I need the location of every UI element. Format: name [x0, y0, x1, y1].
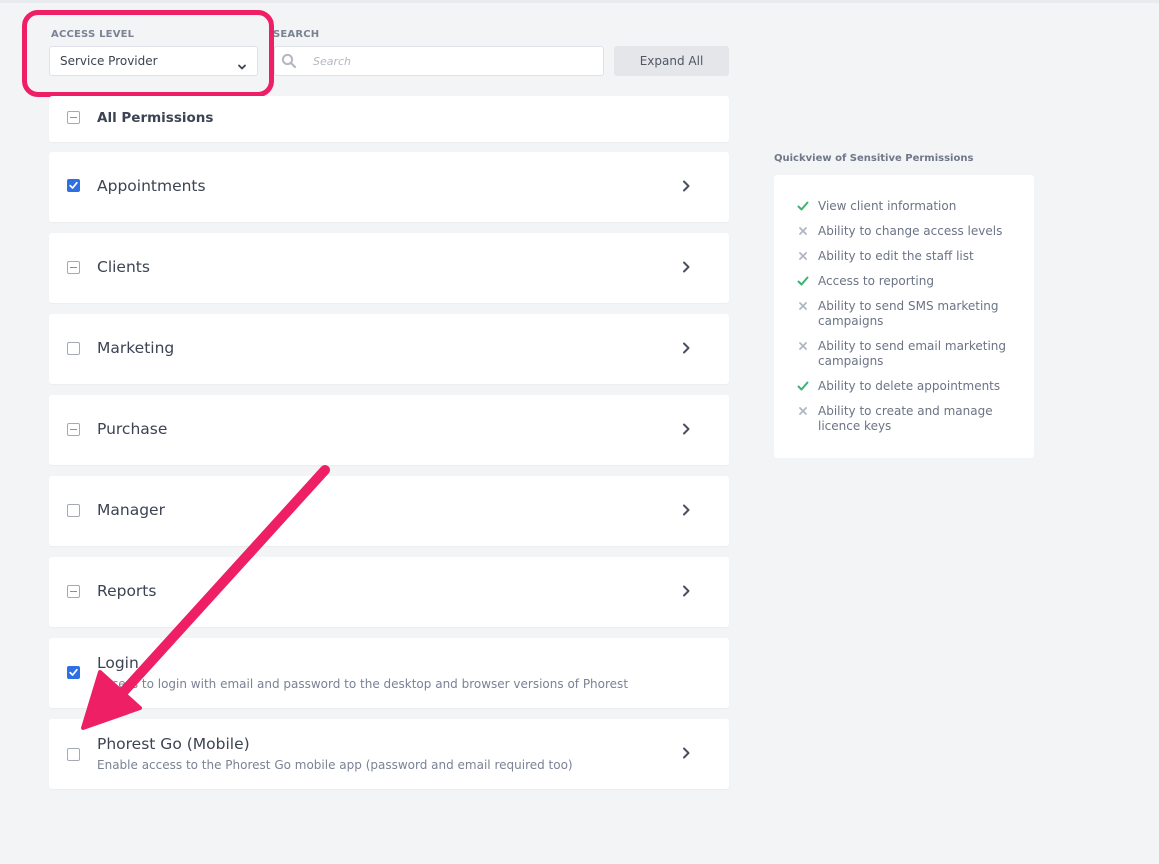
- chevron-right-icon[interactable]: [680, 340, 692, 359]
- cross-icon: [796, 224, 810, 239]
- search-input[interactable]: [313, 52, 593, 70]
- appointments-checkbox[interactable]: [67, 179, 80, 192]
- check-icon: [796, 274, 810, 289]
- reports-label: Reports: [97, 582, 157, 600]
- appointments-label: Appointments: [97, 177, 206, 195]
- access-level-label: ACCESS LEVEL: [51, 29, 135, 40]
- permission-row-marketing[interactable]: Marketing: [49, 314, 729, 384]
- permission-row-clients[interactable]: Clients: [49, 233, 729, 303]
- login-checkbox[interactable]: [67, 666, 80, 679]
- purchase-checkbox[interactable]: [67, 423, 80, 436]
- chevron-right-icon[interactable]: [680, 178, 692, 197]
- phorest-go-label: Phorest Go (Mobile): [97, 735, 250, 753]
- chevron-right-icon[interactable]: [680, 583, 692, 602]
- access-level-value: Service Provider: [60, 54, 158, 68]
- cross-icon: [796, 299, 810, 314]
- marketing-label: Marketing: [97, 339, 175, 357]
- cross-icon: [796, 339, 810, 354]
- search-label: SEARCH: [273, 29, 320, 40]
- all-permissions-row[interactable]: All Permissions: [49, 96, 729, 142]
- clients-label: Clients: [97, 258, 150, 276]
- permission-row-reports[interactable]: Reports: [49, 557, 729, 627]
- permission-row-purchase[interactable]: Purchase: [49, 395, 729, 465]
- manager-checkbox[interactable]: [67, 504, 80, 517]
- chevron-right-icon[interactable]: [680, 502, 692, 521]
- reports-checkbox[interactable]: [67, 585, 80, 598]
- manager-label: Manager: [97, 501, 165, 519]
- top-border: [0, 0, 1159, 3]
- chevron-right-icon[interactable]: [680, 745, 692, 764]
- quickview-panel: View client information Ability to chang…: [774, 175, 1034, 458]
- cross-icon: [796, 249, 810, 264]
- quickview-title: Quickview of Sensitive Permissions: [774, 153, 974, 164]
- purchase-label: Purchase: [97, 420, 168, 438]
- search-icon: [281, 53, 297, 73]
- access-level-select[interactable]: Service Provider: [49, 46, 258, 76]
- chevron-right-icon[interactable]: [680, 421, 692, 440]
- permission-row-login[interactable]: Login Access to login with email and pas…: [49, 638, 729, 708]
- check-icon: [796, 199, 810, 214]
- phorest-go-description: Enable access to the Phorest Go mobile a…: [97, 758, 573, 772]
- login-label: Login: [97, 654, 139, 672]
- login-description: Access to login with email and password …: [97, 677, 629, 691]
- chevron-down-icon: [237, 57, 247, 76]
- cross-icon: [796, 404, 810, 419]
- permission-row-manager[interactable]: Manager: [49, 476, 729, 546]
- clients-checkbox[interactable]: [67, 261, 80, 274]
- permission-row-appointments[interactable]: Appointments: [49, 152, 729, 222]
- all-permissions-checkbox[interactable]: [67, 111, 80, 124]
- phorest-go-checkbox[interactable]: [67, 748, 80, 761]
- chevron-right-icon[interactable]: [680, 259, 692, 278]
- expand-all-button[interactable]: Expand All: [614, 46, 729, 76]
- all-permissions-label: All Permissions: [97, 110, 214, 126]
- search-box[interactable]: [274, 46, 604, 76]
- check-icon: [796, 379, 810, 394]
- marketing-checkbox[interactable]: [67, 342, 80, 355]
- permission-row-phorest-go[interactable]: Phorest Go (Mobile) Enable access to the…: [49, 719, 729, 789]
